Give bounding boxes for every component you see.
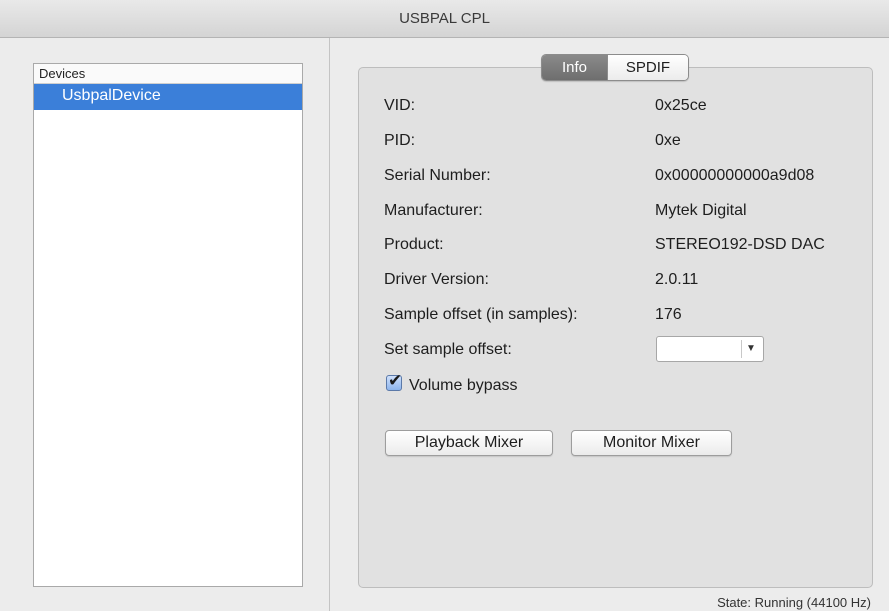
window-title: USBPAL CPL <box>0 0 889 38</box>
sample-offset-value: 176 <box>655 306 682 323</box>
device-list[interactable]: Devices UsbpalDevice <box>33 63 303 587</box>
tab-spdif[interactable]: SPDIF <box>607 55 688 80</box>
volume-bypass-checkbox[interactable]: ✔ <box>386 371 402 391</box>
serial-number-label: Serial Number: <box>384 167 491 184</box>
tab-info[interactable]: Info <box>542 55 607 80</box>
set-sample-offset-label: Set sample offset: <box>384 341 512 358</box>
device-list-item[interactable]: UsbpalDevice <box>34 84 302 110</box>
driver-version-label: Driver Version: <box>384 271 489 288</box>
volume-bypass-label[interactable]: Volume bypass <box>409 376 518 396</box>
vid-label: VID: <box>384 97 416 114</box>
product-label: Product: <box>384 236 444 253</box>
pid-label: PID: <box>384 132 416 149</box>
chevron-down-icon[interactable]: ▼ <box>746 341 756 357</box>
driver-version-value: 2.0.11 <box>655 271 699 288</box>
serial-number-value: 0x00000000000a9d08 <box>655 167 815 184</box>
tab-bar: Info SPDIF <box>541 54 689 81</box>
pid-value: 0xe <box>655 132 681 149</box>
combo-separator <box>741 340 742 358</box>
playback-mixer-button[interactable]: Playback Mixer <box>385 430 553 456</box>
monitor-mixer-button[interactable]: Monitor Mixer <box>571 430 732 456</box>
vid-value: 0x25ce <box>655 97 707 114</box>
info-panel <box>358 67 873 588</box>
pane-splitter[interactable] <box>329 38 330 611</box>
device-list-header: Devices <box>34 64 302 84</box>
status-text: State: Running (44100 Hz) <box>717 595 871 610</box>
sample-offset-label: Sample offset (in samples): <box>384 306 578 323</box>
product-value: STEREO192-DSD DAC <box>655 236 825 253</box>
manufacturer-value: Mytek Digital <box>655 202 747 219</box>
sample-offset-select[interactable]: ▼ <box>656 336 764 362</box>
checkmark-icon: ✔ <box>388 371 403 390</box>
manufacturer-label: Manufacturer: <box>384 202 483 219</box>
